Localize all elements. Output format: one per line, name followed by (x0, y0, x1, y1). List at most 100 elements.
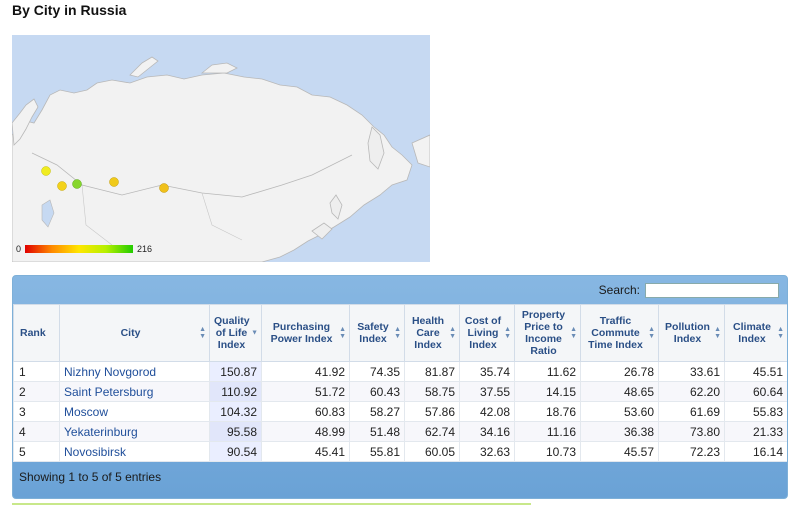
page-title: By City in Russia (12, 2, 127, 18)
legend-min: 0 (16, 244, 22, 254)
cell-safety: 58.27 (349, 401, 405, 422)
cell-purchasing-power: 45.41 (261, 441, 350, 462)
cell-city-link[interactable]: Moscow (59, 401, 210, 422)
cell-rank: 5 (13, 441, 60, 462)
column-header-property-price[interactable]: Property Price to Income Ratio ▲ ▼ (514, 304, 581, 362)
map-marker-yekaterinburg[interactable] (109, 177, 119, 187)
cell-rank: 3 (13, 401, 60, 422)
cell-pollution: 33.61 (658, 361, 725, 382)
legend-max: 216 (137, 244, 153, 254)
cell-safety: 60.43 (349, 381, 405, 402)
cell-city-link[interactable]: Nizhny Novgorod (59, 361, 210, 382)
table-row: 2 Saint Petersburg 110.92 51.72 60.43 58… (13, 381, 787, 402)
table-row: 4 Yekaterinburg 95.58 48.99 51.48 62.74 … (13, 421, 787, 442)
cell-city-link[interactable]: Saint Petersburg (59, 381, 210, 402)
cell-purchasing-power: 41.92 (261, 361, 350, 382)
sort-desc-icon: ▼ (251, 329, 258, 337)
sort-both-icon: ▲ ▼ (648, 326, 655, 340)
cell-health-care: 58.75 (404, 381, 460, 402)
cell-quality-of-life: 95.58 (209, 421, 262, 442)
cell-climate: 16.14 (724, 441, 787, 462)
search-label: Search: (598, 283, 640, 297)
cell-property-price: 18.76 (514, 401, 581, 422)
sort-both-icon: ▲ ▼ (449, 326, 456, 340)
column-header-pollution[interactable]: Pollution Index ▲ ▼ (658, 304, 725, 362)
cell-safety: 74.35 (349, 361, 405, 382)
column-header-climate[interactable]: Climate Index ▲ ▼ (724, 304, 787, 362)
search-input[interactable] (645, 282, 779, 298)
cell-property-price: 11.16 (514, 421, 581, 442)
cell-health-care: 57.86 (404, 401, 460, 422)
cell-cost-of-living: 32.63 (459, 441, 515, 462)
column-header-health-care[interactable]: Health Care Index ▲ ▼ (404, 304, 460, 362)
map-canvas (12, 35, 430, 262)
map-marker-moscow[interactable] (72, 179, 82, 189)
column-header-city[interactable]: City ▲ ▼ (59, 304, 210, 362)
cell-purchasing-power: 60.83 (261, 401, 350, 422)
cell-city-link[interactable]: Yekaterinburg (59, 421, 210, 442)
column-header-quality-of-life[interactable]: Quality of Life Index ▼ (209, 304, 262, 362)
cell-pollution: 73.80 (658, 421, 725, 442)
cell-property-price: 10.73 (514, 441, 581, 462)
search-bar: Search: (13, 276, 787, 304)
cell-cost-of-living: 37.55 (459, 381, 515, 402)
cell-city-link[interactable]: Novosibirsk (59, 441, 210, 462)
legend-gradient (25, 245, 134, 253)
sort-both-icon: ▲ ▼ (394, 326, 401, 340)
table-info: Showing 1 to 5 of 5 entries (19, 470, 162, 484)
cell-traffic-commute: 45.57 (580, 441, 659, 462)
cell-traffic-commute: 48.65 (580, 381, 659, 402)
cell-cost-of-living: 35.74 (459, 361, 515, 382)
column-header-safety[interactable]: Safety Index ▲ ▼ (349, 304, 405, 362)
cell-climate: 45.51 (724, 361, 787, 382)
map-marker-saint-petersburg[interactable] (41, 166, 51, 176)
map-marker-novosibirsk[interactable] (159, 183, 169, 193)
cell-cost-of-living: 42.08 (459, 401, 515, 422)
cell-health-care: 81.87 (404, 361, 460, 382)
geo-map[interactable]: 0 216 (12, 35, 430, 262)
sort-both-icon: ▲ ▼ (714, 326, 721, 340)
cell-traffic-commute: 53.60 (580, 401, 659, 422)
cell-purchasing-power: 51.72 (261, 381, 350, 402)
cell-traffic-commute: 26.78 (580, 361, 659, 382)
cell-rank: 1 (13, 361, 60, 382)
sort-both-icon: ▲ ▼ (570, 326, 577, 340)
cell-quality-of-life: 104.32 (209, 401, 262, 422)
cell-health-care: 60.05 (404, 441, 460, 462)
cell-quality-of-life: 110.92 (209, 381, 262, 402)
color-legend: 0 216 (16, 242, 152, 256)
column-header-purchasing-power[interactable]: Purchasing Power Index ▲ ▼ (261, 304, 350, 362)
data-table-container: Search: Rank City ▲ ▼ Quality of Life Inde… (12, 275, 788, 499)
cell-purchasing-power: 48.99 (261, 421, 350, 442)
sort-both-icon: ▲ ▼ (777, 326, 784, 340)
cell-property-price: 11.62 (514, 361, 581, 382)
cell-climate: 55.83 (724, 401, 787, 422)
table-header-row: Rank City ▲ ▼ Quality of Life Index ▼ Purch… (13, 304, 787, 362)
cell-quality-of-life: 150.87 (209, 361, 262, 382)
cell-traffic-commute: 36.38 (580, 421, 659, 442)
map-marker-nizhny-novgorod[interactable] (57, 181, 67, 191)
cell-pollution: 62.20 (658, 381, 725, 402)
divider (12, 503, 531, 505)
column-header-rank[interactable]: Rank (13, 304, 60, 362)
column-header-cost-of-living[interactable]: Cost of Living Index ▲ ▼ (459, 304, 515, 362)
cell-safety: 55.81 (349, 441, 405, 462)
cell-rank: 2 (13, 381, 60, 402)
table-row: 3 Moscow 104.32 60.83 58.27 57.86 42.08 … (13, 401, 787, 422)
sort-both-icon: ▲ ▼ (504, 326, 511, 340)
cell-climate: 21.33 (724, 421, 787, 442)
sort-both-icon: ▲ ▼ (339, 326, 346, 340)
table-row: 5 Novosibirsk 90.54 45.41 55.81 60.05 32… (13, 441, 787, 462)
cell-safety: 51.48 (349, 421, 405, 442)
cell-cost-of-living: 34.16 (459, 421, 515, 442)
cell-pollution: 61.69 (658, 401, 725, 422)
cell-quality-of-life: 90.54 (209, 441, 262, 462)
cell-property-price: 14.15 (514, 381, 581, 402)
cell-health-care: 62.74 (404, 421, 460, 442)
city-table: Rank City ▲ ▼ Quality of Life Index ▼ Purch… (13, 304, 787, 462)
sort-both-icon: ▲ ▼ (199, 326, 206, 340)
cell-pollution: 72.23 (658, 441, 725, 462)
table-row: 1 Nizhny Novgorod 150.87 41.92 74.35 81.… (13, 361, 787, 382)
cell-climate: 60.64 (724, 381, 787, 402)
column-header-traffic-commute[interactable]: Traffic Commute Time Index ▲ ▼ (580, 304, 659, 362)
